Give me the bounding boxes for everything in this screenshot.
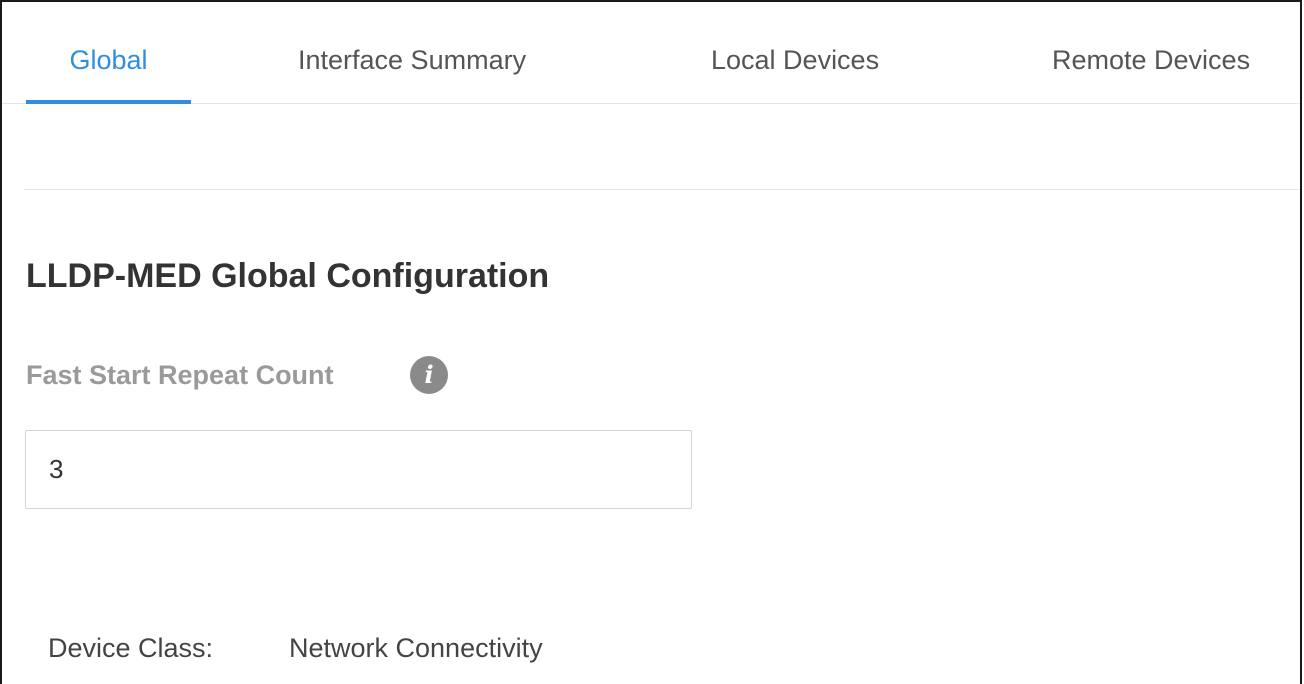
fast-start-repeat-count-label: Fast Start Repeat Count [26,360,334,390]
tab-remote-devices-label: Remote Devices [1052,45,1251,75]
active-tab-underline [26,100,191,104]
tab-global-label: Global [69,45,148,75]
info-icon[interactable]: i [410,356,448,394]
tab-local-devices-label: Local Devices [711,45,880,75]
tab-local-devices[interactable]: Local Devices [711,2,879,103]
section-title: LLDP-MED Global Configuration [26,257,550,295]
fast-start-repeat-count-input[interactable] [25,430,692,509]
device-class-label: Device Class: [48,633,214,663]
tab-interface-summary-label: Interface Summary [298,45,527,75]
tab-remote-devices[interactable]: Remote Devices [1052,2,1250,103]
device-class-value: Network Connectivity [289,633,543,663]
device-class-row: Device Class: Network Connectivity [48,628,543,668]
tab-interface-summary[interactable]: Interface Summary [298,2,526,103]
tab-global[interactable]: Global [26,2,191,104]
tab-bar: Global Interface Summary Local Devices R… [2,2,1300,104]
section-divider [24,189,1300,190]
